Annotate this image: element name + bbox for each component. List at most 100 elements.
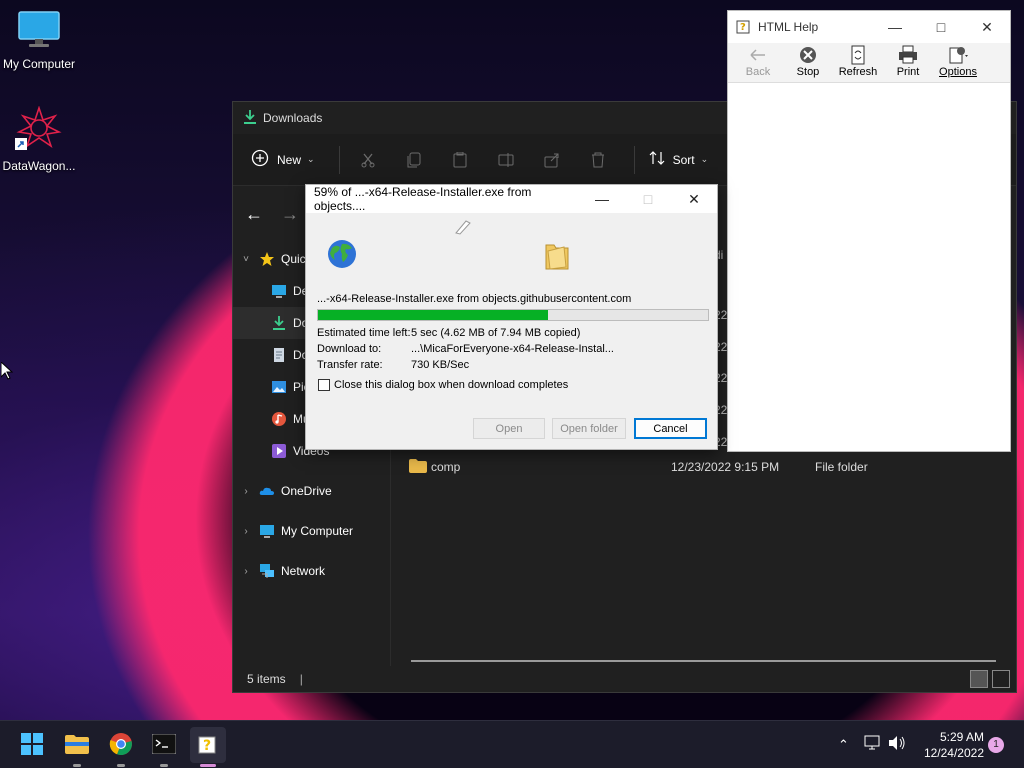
music-icon <box>271 411 287 427</box>
new-button[interactable]: New ⌄ <box>251 149 315 170</box>
progress-fill <box>318 310 549 320</box>
taskbar-html-help[interactable]: ? <box>190 727 226 767</box>
back-arrow-icon <box>747 45 769 65</box>
monitor-icon <box>0 10 79 53</box>
close-on-complete-checkbox[interactable]: Close this dialog box when download comp… <box>318 379 568 391</box>
copy-icon[interactable] <box>400 146 428 174</box>
download-source: ...-x64-Release-Installer.exe from objec… <box>317 293 632 305</box>
clock-date: 12/24/2022 <box>923 746 984 760</box>
clock-time: 5:29 AM <box>939 730 984 744</box>
chrome-icon <box>109 732 133 759</box>
back-button[interactable]: Back <box>734 43 782 78</box>
sort-button-label: Sort <box>672 152 695 167</box>
explorer-title: Downloads <box>263 111 323 125</box>
dialog-title-bar[interactable]: 59% of ...-x64-Release-Installer.exe fro… <box>306 185 717 213</box>
toolbar-divider <box>633 145 635 174</box>
help-title-bar[interactable]: ? HTML Help — □ ✕ <box>728 11 1010 43</box>
toolbar-divider <box>338 145 340 174</box>
file-row[interactable]: comp 12/23/2022 9:15 PM File folder <box>409 457 1009 477</box>
estimated-time-label: Estimated time left: <box>317 327 411 339</box>
chevron-right-icon[interactable]: › <box>239 486 253 497</box>
sort-button[interactable]: Sort ⌄ <box>649 150 709 169</box>
open-button[interactable]: Open <box>473 418 545 439</box>
forward-arrow-icon[interactable]: → <box>281 204 299 225</box>
cancel-button[interactable]: Cancel <box>634 418 707 439</box>
chevron-down-icon: ⌄ <box>700 154 709 164</box>
sidebar-item-label: Quic <box>281 252 306 266</box>
options-button[interactable]: Options <box>934 43 982 78</box>
flying-paper-icon <box>454 219 472 238</box>
download-to-value: ...\MicaForEveryone-x64-Release-Instal..… <box>411 343 614 355</box>
desktop-icon <box>271 283 287 299</box>
estimated-time-value: 5 sec (4.62 MB of 7.94 MB copied) <box>411 327 581 339</box>
sort-icon <box>649 150 665 169</box>
system-clock[interactable]: 5:29 AM 12/24/2022 <box>912 729 984 761</box>
open-folder-button[interactable]: Open folder <box>552 418 626 439</box>
close-icon[interactable]: ✕ <box>671 191 717 208</box>
paste-icon[interactable] <box>446 146 474 174</box>
tiles-view-button[interactable] <box>992 670 1010 688</box>
stop-button[interactable]: Stop <box>784 43 832 78</box>
rename-icon[interactable] <box>492 146 520 174</box>
print-icon <box>897 45 919 65</box>
start-button[interactable] <box>14 727 50 763</box>
maximize-icon[interactable]: □ <box>625 191 671 207</box>
volume-icon[interactable] <box>888 735 906 754</box>
file-name: comp <box>431 460 461 474</box>
new-button-label: New <box>277 152 302 167</box>
print-button-label: Print <box>896 66 920 78</box>
sidebar-item-label: My Computer <box>281 524 354 538</box>
print-button[interactable]: Print <box>884 43 932 78</box>
refresh-button-label: Refresh <box>838 66 878 78</box>
folder-icon <box>409 458 427 476</box>
globe-icon <box>326 238 358 273</box>
videos-icon <box>271 443 287 459</box>
start-icon <box>21 732 43 758</box>
pictures-icon <box>271 379 287 395</box>
download-to-label: Download to: <box>317 343 382 355</box>
chevron-down-icon[interactable]: ˅ <box>239 254 253 265</box>
sidebar-item-network[interactable]: › Network <box>233 555 390 587</box>
svg-text:?: ? <box>203 738 211 754</box>
back-button-label: Back <box>745 66 771 78</box>
notification-badge[interactable]: 1 <box>988 737 1004 753</box>
cut-icon[interactable] <box>354 146 382 174</box>
details-view-button[interactable] <box>970 670 988 688</box>
download-progress-bar <box>317 309 709 321</box>
desktop-icon-datawagon[interactable]: DataWagon... <box>0 105 79 173</box>
checkbox-box[interactable] <box>318 379 330 391</box>
desktop-icon-label: My Computer <box>2 57 76 71</box>
document-icon <box>271 347 287 363</box>
item-count: 5 items <box>247 672 286 686</box>
taskbar-chrome[interactable] <box>103 727 139 767</box>
folder-icon <box>544 239 570 274</box>
maximize-icon[interactable]: □ <box>918 19 964 35</box>
taskbar: ? ⌃ 5:29 AM 12/24/2022 1 <box>0 720 1024 768</box>
sidebar-item-onedrive[interactable]: › OneDrive <box>233 475 390 507</box>
share-icon[interactable] <box>538 146 566 174</box>
sidebar-item-my-computer[interactable]: › My Computer <box>233 515 390 547</box>
chevron-right-icon[interactable]: › <box>239 566 253 577</box>
back-arrow-icon[interactable]: ← <box>245 204 263 225</box>
delete-icon[interactable] <box>584 146 612 174</box>
help-app-icon: ? <box>736 18 752 37</box>
taskbar-file-explorer[interactable] <box>59 727 95 767</box>
minimize-icon[interactable]: — <box>579 191 625 207</box>
status-divider: | <box>299 672 303 686</box>
running-indicator <box>200 764 216 767</box>
chevron-right-icon[interactable]: › <box>239 526 253 537</box>
help-title: HTML Help <box>758 20 819 34</box>
desktop-icon-my-computer[interactable]: My Computer <box>0 10 79 71</box>
terminal-icon <box>151 733 177 757</box>
chevron-up-icon[interactable]: ⌃ <box>838 737 849 753</box>
desktop-icon-label: DataWagon... <box>2 159 76 173</box>
file-explorer-icon <box>64 733 90 758</box>
refresh-button[interactable]: Refresh <box>834 43 882 78</box>
chevron-down-icon: ⌄ <box>307 154 315 164</box>
taskbar-terminal[interactable] <box>146 727 182 767</box>
minimize-icon[interactable]: — <box>872 19 918 35</box>
horizontal-scrollbar[interactable] <box>411 660 996 662</box>
close-icon[interactable]: ✕ <box>964 19 1010 36</box>
network-icon <box>259 563 275 579</box>
network-status-icon[interactable] <box>864 735 882 754</box>
